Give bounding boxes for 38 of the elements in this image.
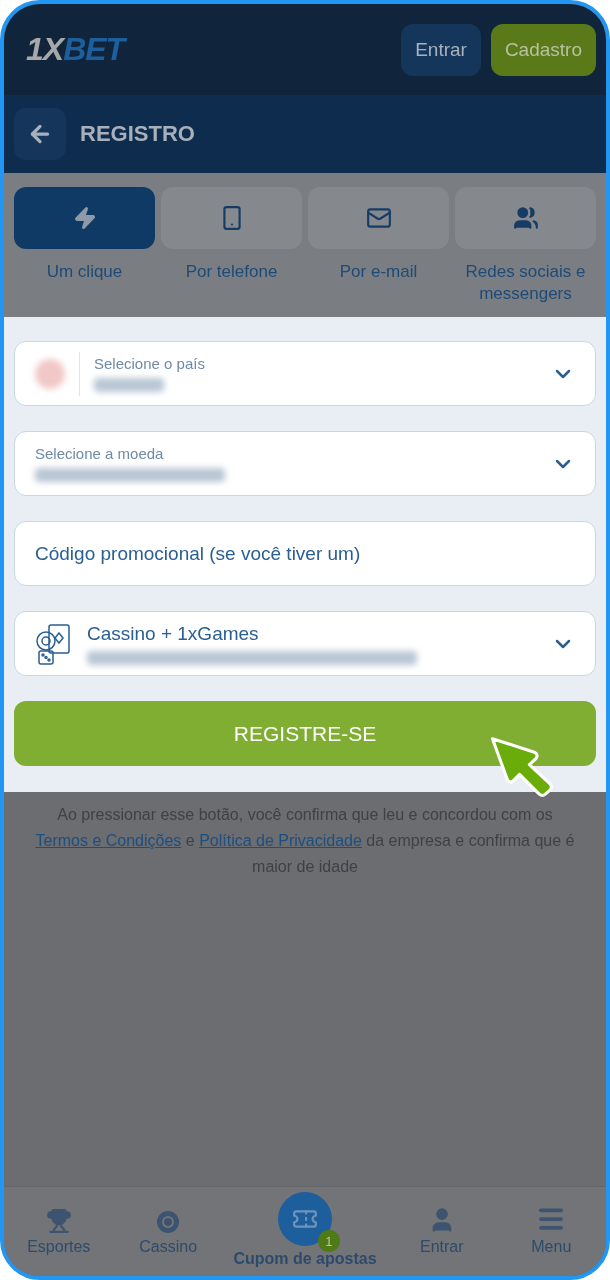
bonus-title: Cassino + 1xGames xyxy=(87,622,260,645)
terms-link[interactable]: Termos e Condições xyxy=(35,832,182,849)
signup-button[interactable]: Cadastro xyxy=(490,23,596,76)
nav-item[interactable]: Menu xyxy=(496,1187,606,1276)
trophy-icon xyxy=(45,1208,72,1234)
tab[interactable] xyxy=(455,187,596,249)
blurred-value xyxy=(94,378,164,392)
count-badge: 1 xyxy=(318,1230,340,1252)
select-field[interactable]: Selecione a moeda xyxy=(14,431,596,496)
login-button[interactable]: Entrar xyxy=(401,23,481,76)
logo: 1XBET xyxy=(26,31,128,68)
casino-cards-icon xyxy=(35,622,73,665)
flag-icon xyxy=(35,358,65,389)
tab-label: Um clique xyxy=(46,261,123,283)
promo-code-field[interactable]: Código promocional (se você tiver um) xyxy=(14,521,596,586)
nav-item[interactable]: Entrar xyxy=(387,1187,497,1276)
field-label: Selecione o país xyxy=(94,355,206,372)
field-label: Selecione a moeda xyxy=(35,445,165,462)
people-icon xyxy=(512,205,539,231)
register-button[interactable]: REGISTRE-SE xyxy=(14,701,596,766)
back-button[interactable] xyxy=(14,108,66,160)
bonus-select-field[interactable]: Cassino + 1xGames xyxy=(14,611,596,676)
lightning-icon xyxy=(72,206,97,230)
chip-icon xyxy=(156,1210,181,1234)
nav-item[interactable]: Cassino xyxy=(113,1187,223,1276)
page-title: REGISTRO xyxy=(80,121,195,147)
nav-item[interactable]: Esportes xyxy=(4,1187,114,1276)
select-field[interactable]: Selecione o país xyxy=(14,341,596,406)
tab-label: Por e-mail xyxy=(339,261,418,283)
nav-item[interactable]: 1 Cupom de apostas xyxy=(222,1187,388,1276)
mail-icon xyxy=(365,205,392,231)
tab-label: Por telefone xyxy=(185,261,278,283)
tab[interactable] xyxy=(161,187,302,249)
arrow-pointer-icon xyxy=(490,736,554,798)
tab-label: Redes sociais e messengers xyxy=(464,261,587,305)
tab[interactable] xyxy=(308,187,449,249)
privacy-link[interactable]: Política de Privacidade xyxy=(199,832,362,849)
tab[interactable] xyxy=(14,187,155,249)
